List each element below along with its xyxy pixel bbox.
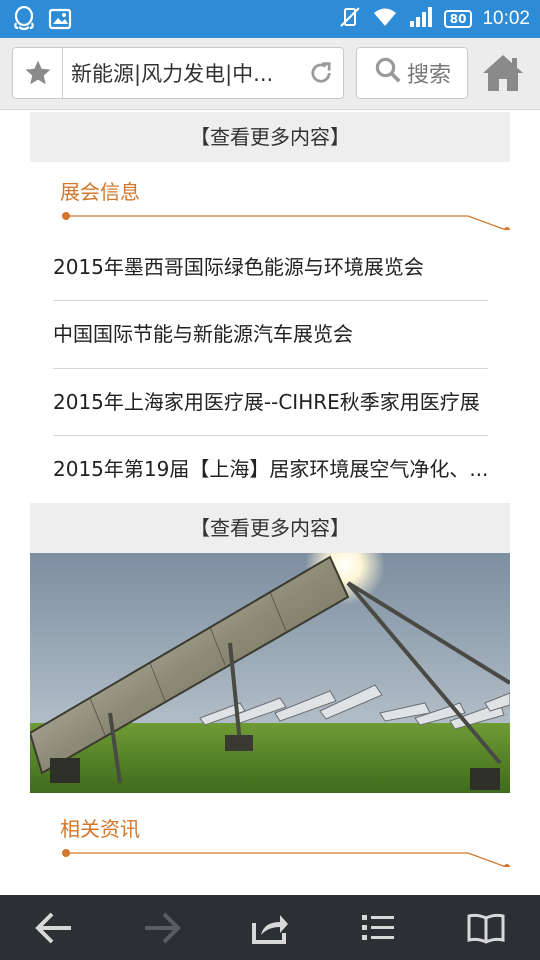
back-arrow-icon[interactable] <box>24 895 84 960</box>
expo-news-item[interactable]: 中国国际节能与新能源汽车展览会 <box>53 301 495 368</box>
search-button[interactable]: 搜索 <box>356 47 468 99</box>
browser-bottom-toolbar <box>0 895 540 960</box>
home-icon[interactable] <box>480 52 526 94</box>
share-icon[interactable] <box>240 895 300 960</box>
expo-news-item[interactable]: 2015年第19届【上海】居家环境展空气净化、... <box>53 436 495 503</box>
image-icon <box>48 8 72 34</box>
bookmark-star-icon[interactable] <box>13 48 63 98</box>
bookmarks-book-icon[interactable] <box>456 895 516 960</box>
section-divider <box>62 849 510 867</box>
wifi-icon <box>372 6 398 32</box>
reload-icon[interactable] <box>299 48 343 98</box>
view-more-button[interactable]: 【查看更多内容】 <box>30 112 510 162</box>
qq-icon <box>12 5 36 36</box>
section-divider <box>62 212 510 230</box>
signal-icon <box>408 6 434 32</box>
search-button-label: 搜索 <box>406 63 451 88</box>
page-title-in-address-bar[interactable]: 新能源|风力发电|中... <box>63 58 299 88</box>
status-bar: 80 10:02 <box>0 0 540 38</box>
forward-arrow-icon[interactable] <box>132 895 192 960</box>
section-title-expo: 展会信息 <box>60 180 140 204</box>
expo-news-item[interactable]: 2015年上海家用医疗展--CIHRE秋季家用医疗展 <box>53 369 495 436</box>
solar-panels-image <box>30 553 510 793</box>
browser-toolbar: 新能源|风力发电|中... 搜索 <box>0 38 540 110</box>
section-title-related: 相关资讯 <box>60 817 140 841</box>
menu-list-icon[interactable] <box>348 895 408 960</box>
view-more-button[interactable]: 【查看更多内容】 <box>30 503 510 553</box>
expo-news-item[interactable]: 2015年墨西哥国际绿色能源与环境展览会 <box>53 234 495 301</box>
battery-indicator: 80 <box>443 10 473 28</box>
search-icon <box>373 55 403 91</box>
address-bar[interactable]: 新能源|风力发电|中... <box>12 47 344 99</box>
clock: 10:02 <box>482 8 530 29</box>
mute-vibrate-icon <box>338 5 362 33</box>
